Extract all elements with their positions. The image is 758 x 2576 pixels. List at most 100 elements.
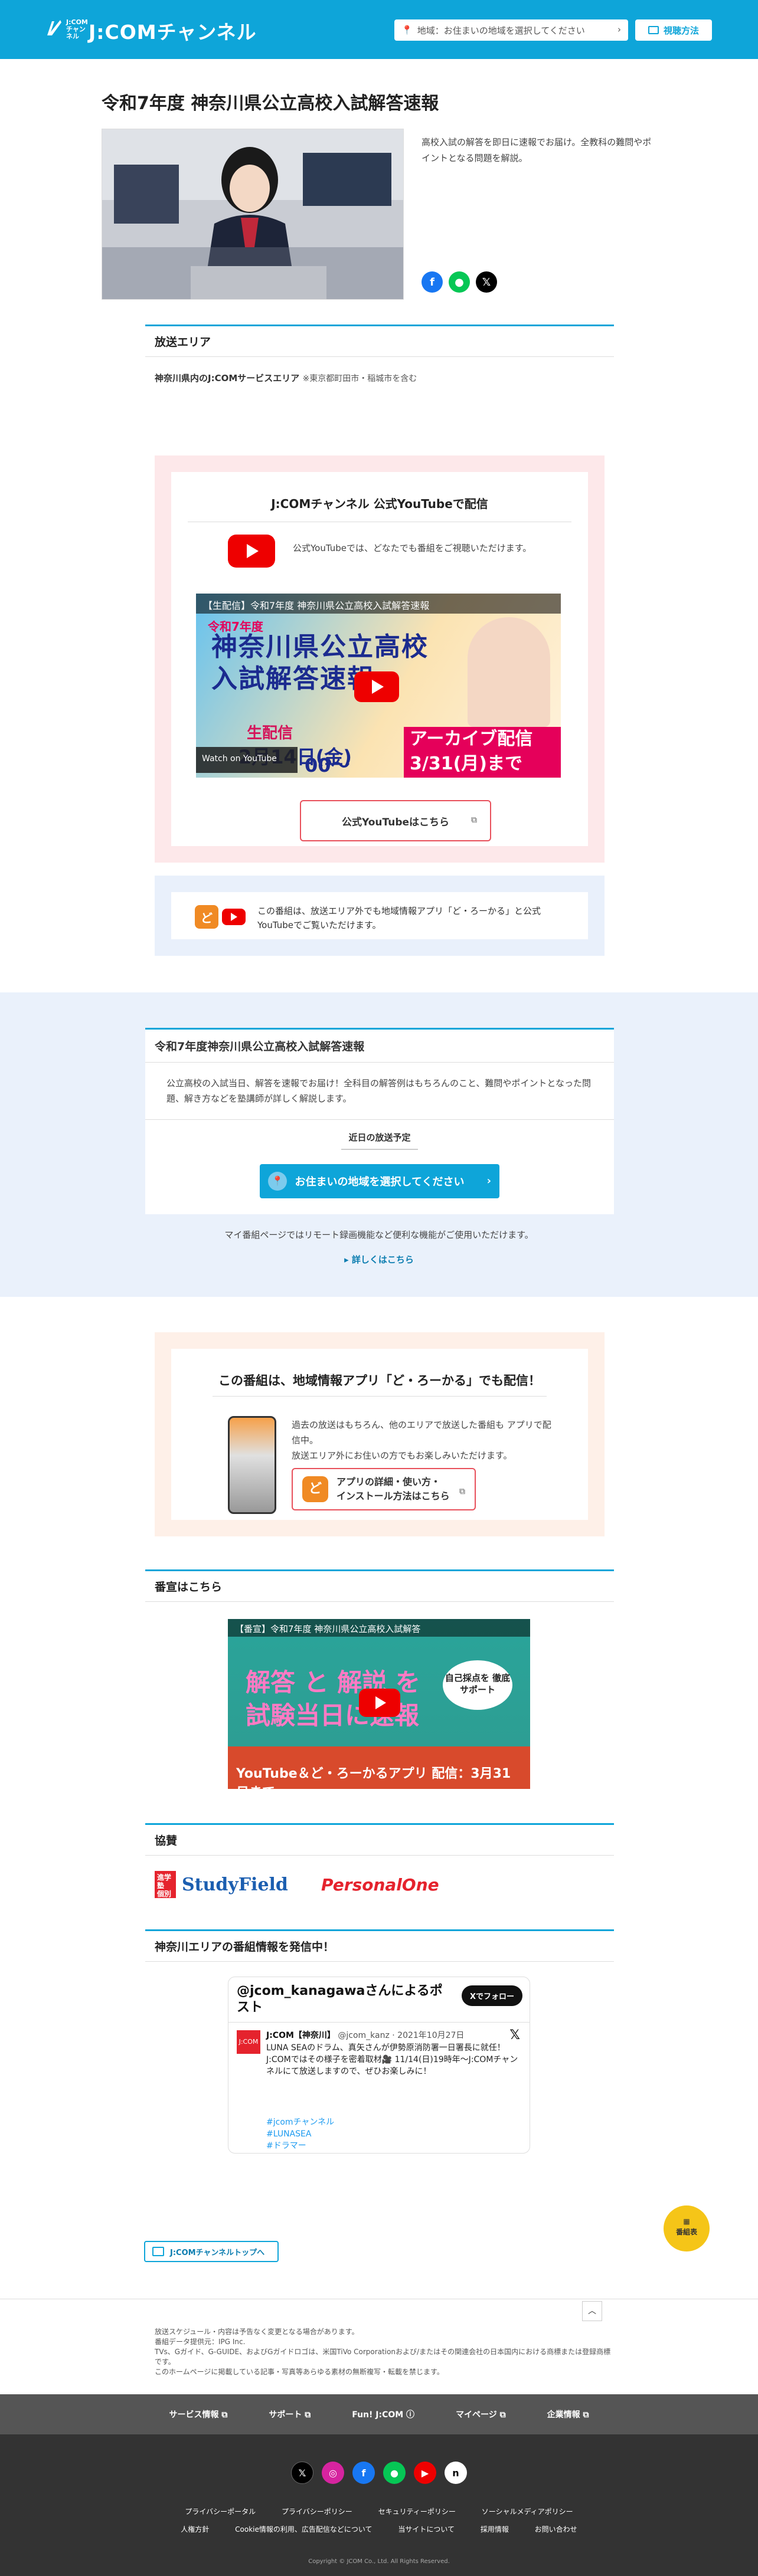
- post-body: LUNA SEAのドラム、真矢さんが伊勢原消防署一日署長に就任！ J:COMでは…: [266, 2043, 518, 2076]
- select-region-button[interactable]: 📍 お住まいの地域を選択してください ›: [260, 1164, 499, 1198]
- post-author[interactable]: J:COM【神奈川】 @jcom_kanz · 2021年10月27日: [266, 2029, 464, 2041]
- how-to-watch-button[interactable]: 視聴方法: [635, 19, 712, 41]
- dlocal-description: 過去の放送はもちろん、他のエリアで放送した番組も アプリで配信中。 放送エリア外…: [292, 1417, 551, 1463]
- avatar[interactable]: J:COM: [237, 2030, 260, 2054]
- site-logo[interactable]: J:COMチャンネル: [89, 17, 257, 45]
- x-follow-button[interactable]: Xでフォロー: [461, 1985, 522, 2006]
- footer-link[interactable]: セキュリティーポリシー: [378, 2508, 456, 2516]
- studyfield-logo[interactable]: 進学塾 個別指導 StudyField: [155, 1869, 302, 1906]
- youtube-icon[interactable]: ▶: [414, 2462, 436, 2484]
- app-availability-section: ど この番組は、放送エリア外でも地域情報アプリ「ど・ろーかる」と公式YouTub…: [155, 876, 605, 956]
- post-author-name: J:COM【神奈川】: [266, 2031, 335, 2040]
- tv-schedule-label: 番組表: [675, 2228, 697, 2236]
- channel-top-button[interactable]: J:COMチャンネルトップへ: [144, 2241, 279, 2262]
- tv-schedule-fab[interactable]: ▦ 番組表: [664, 2205, 710, 2251]
- youtube-heading: J:COMチャンネル 公式YouTubeで配信: [271, 497, 488, 511]
- line-icon[interactable]: ●: [383, 2462, 406, 2484]
- x-icon[interactable]: 𝕏: [476, 271, 497, 293]
- footer-links: プライバシーポータル プライバシーポリシー セキュリティーポリシー ソーシャルメ…: [0, 2503, 758, 2538]
- footer-nav-service[interactable]: サービス情報 ⧉: [169, 2408, 227, 2420]
- studyfield-name: StudyField: [182, 1874, 288, 1895]
- dlocal-app-icon: ど: [195, 905, 218, 929]
- region-label: 地域：お住まいの地域を選択してください: [417, 25, 585, 36]
- divider: [228, 2022, 530, 2023]
- video-live-label: 生配信: [247, 725, 293, 742]
- dlocal-app-details-button[interactable]: ど アプリの詳細・使い方・ インストール方法はこちら ⧉: [292, 1468, 476, 1510]
- watch-on-youtube[interactable]: Watch on YouTube: [196, 747, 298, 773]
- channel-top-label: J:COMチャンネルトップへ: [170, 2248, 265, 2257]
- footer-link[interactable]: お問い合わせ: [535, 2525, 577, 2534]
- footer-link[interactable]: 当サイトについて: [398, 2525, 455, 2534]
- divider: [213, 1396, 547, 1397]
- personalone-logo[interactable]: PersonalOne: [321, 1869, 463, 1900]
- phone-screenshot-image: [228, 1416, 276, 1514]
- details-link-label: 詳しくはこちら: [351, 1254, 414, 1265]
- copyright: Copyright © JCOM Co., Ltd. All Rights Re…: [308, 2558, 450, 2565]
- facebook-icon[interactable]: f: [352, 2462, 375, 2484]
- footer-link[interactable]: プライバシーポリシー: [282, 2508, 352, 2516]
- line-icon[interactable]: ●: [449, 271, 470, 293]
- video-title[interactable]: 【生配信】令和7年度 神奈川県公立高校入試解答速報: [196, 594, 561, 614]
- dlocal-heading: この番組は、地域情報アプリ「ど・ろーかる」でも配信！: [218, 1374, 541, 1388]
- footer-link[interactable]: ソーシャルメディアポリシー: [482, 2508, 573, 2516]
- footer-nav-mypage[interactable]: マイページ ⧉: [456, 2408, 506, 2420]
- footer-links-row: 人権方針 Cookie情報の利用、広告配信などについて 当サイトについて 採用情…: [0, 2521, 758, 2538]
- instagram-icon[interactable]: ◎: [322, 2462, 344, 2484]
- external-link-icon: ⧉: [459, 1487, 465, 1496]
- footer-note: 放送スケジュール・内容は予告なく変更となる場合があります。: [155, 2328, 359, 2336]
- promo-video-title[interactable]: 【番宣】令和7年度 神奈川県公立高校入試解答: [228, 1619, 530, 1637]
- region-selector[interactable]: 📍 地域：お住まいの地域を選択してください ›: [394, 19, 628, 41]
- hashtag-link[interactable]: #ドラマー: [266, 2140, 334, 2152]
- footer-link[interactable]: 人権方針: [181, 2525, 209, 2534]
- promo-bubble: 自己採点を 徹底サポート: [443, 1660, 512, 1710]
- dlocal-button-label: アプリの詳細・使い方・ インストール方法はこちら: [336, 1475, 450, 1503]
- footer-nav-corporate[interactable]: 企業情報 ⧉: [547, 2408, 589, 2420]
- scroll-top-button[interactable]: ︿: [582, 2301, 602, 2321]
- x-icon[interactable]: 𝕏: [509, 2028, 520, 2043]
- footer-link[interactable]: プライバシーポータル: [185, 2508, 256, 2516]
- note-icon[interactable]: n: [445, 2462, 467, 2484]
- post-hashtags: #jcomチャンネル #LUNASEA #ドラマー: [266, 2116, 334, 2152]
- studyfield-badge: 進学塾 個別指導: [155, 1871, 176, 1906]
- broadcast-area-note: ※東京都町田市・稲城市を含む: [302, 374, 417, 384]
- youtube-official-button[interactable]: 公式YouTubeはこちら ⧉: [300, 800, 491, 841]
- mypage-note: マイ番組ページではリモート録画機能など便利な機能がご使用いただけます。: [224, 1230, 534, 1240]
- location-pin-icon: 📍: [268, 1172, 287, 1191]
- share-buttons: f ● 𝕏: [422, 271, 497, 293]
- dlocal-text-2: 放送エリア外にお住いの方でもお楽しみいただけます。: [292, 1450, 512, 1461]
- footer-link[interactable]: Cookie情報の利用、広告配信などについて: [235, 2525, 372, 2534]
- footer-link[interactable]: 採用情報: [481, 2525, 509, 2534]
- program-description: 公立高校の入試当日、解答を速報でお届け！全科目の解答例はもちろんのこと、難問やポ…: [145, 1063, 614, 1120]
- divider: [341, 1149, 418, 1150]
- dlocal-section: この番組は、地域情報アプリ「ど・ろーかる」でも配信！ 過去の放送はもちろん、他の…: [155, 1332, 605, 1536]
- footer-note: このホームページに掲載している記事・写真等あらゆる素材の無断複写・転載を禁じます…: [155, 2368, 444, 2376]
- hashtag-link[interactable]: #jcomチャンネル: [266, 2116, 334, 2128]
- page-description: 高校入試の解答を即日に速報でお届け。全教科の難問やポイントとなる問題を解説。: [422, 137, 652, 163]
- external-link-icon: ⧉: [471, 815, 477, 825]
- footer-nav-fun[interactable]: Fun! J:COM ⓘ: [352, 2408, 414, 2420]
- footer-nav: サービス情報 ⧉ サポート ⧉ Fun! J:COM ⓘ マイページ ⧉ 企業情…: [0, 2394, 758, 2434]
- footer-note: TVs、Gガイド、G-GUIDE、およびGガイドロゴは、米国TiVo Corpo…: [155, 2348, 611, 2366]
- program-heading: 令和7年度神奈川県公立高校入試解答速報: [145, 1030, 614, 1063]
- footer-nav-support[interactable]: サポート ⧉: [269, 2408, 311, 2420]
- tv-icon: [648, 26, 659, 34]
- promo-video[interactable]: 【番宣】令和7年度 神奈川県公立高校入試解答 解答 と 解説 を 試験当日に速報…: [228, 1619, 530, 1789]
- details-link[interactable]: ▸ 詳しくはこちら: [0, 1253, 758, 1266]
- promo-heading: 番宣はこちら: [145, 1569, 614, 1602]
- footer-social: 𝕏 ◎ f ● ▶ n: [0, 2462, 758, 2484]
- select-region-label: お住まいの地域を選択してください: [295, 1176, 465, 1188]
- video-archive-label: アーカイブ配信 3/31(月)まで: [404, 727, 561, 778]
- youtube-logo-icon: [228, 535, 275, 568]
- youtube-official-label: 公式YouTubeはこちら: [341, 816, 450, 828]
- x-icon[interactable]: 𝕏: [291, 2462, 313, 2484]
- youtube-embed-video[interactable]: 【生配信】令和7年度 神奈川県公立高校入試解答速報 令和7年度 神奈川県公立高校…: [196, 594, 561, 778]
- hashtag-link[interactable]: #LUNASEA: [266, 2128, 334, 2140]
- jcom-logo-icon[interactable]: [45, 18, 64, 39]
- video-play-button[interactable]: [359, 1689, 400, 1717]
- facebook-icon[interactable]: f: [422, 271, 443, 293]
- footer-links-row: プライバシーポータル プライバシーポリシー セキュリティーポリシー ソーシャルメ…: [0, 2503, 758, 2521]
- hero-image: [102, 129, 404, 300]
- home-icon: [152, 2247, 164, 2256]
- video-play-button[interactable]: [354, 671, 399, 702]
- dlocal-text-1: 過去の放送はもちろん、他のエリアで放送した番組も アプリで配信中。: [292, 1420, 551, 1446]
